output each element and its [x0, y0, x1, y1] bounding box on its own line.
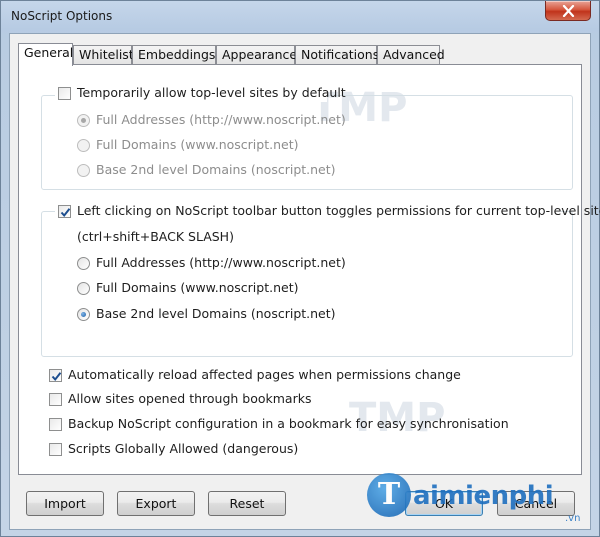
radio-selected-dot — [81, 118, 86, 123]
checkbox-label: Left clicking on NoScript toolbar button… — [77, 203, 600, 218]
toolbar-toggle-checkbox[interactable]: Left clicking on NoScript toolbar button… — [55, 202, 600, 220]
checkmark-icon — [51, 372, 62, 382]
export-button[interactable]: Export — [117, 491, 195, 516]
checkbox-label: Temporarily allow top-level sites by def… — [77, 85, 346, 100]
tab-label: Notifications — [301, 47, 380, 62]
checkbox-box[interactable] — [49, 369, 62, 382]
window-title: NoScript Options — [11, 9, 113, 23]
checkbox-box[interactable] — [49, 443, 62, 456]
radio-selected-dot — [81, 312, 86, 317]
radio-label: Full Domains (www.noscript.net) — [96, 280, 299, 295]
temp-allow-checkbox[interactable]: Temporarily allow top-level sites by def… — [55, 84, 346, 102]
radio-button — [77, 139, 90, 152]
checkbox-box[interactable] — [49, 418, 62, 431]
radio-button[interactable] — [77, 308, 90, 321]
dialog-window: NoScript Options General Whitelist Embed… — [0, 0, 600, 537]
close-button[interactable] — [545, 1, 591, 21]
radio-button[interactable] — [77, 257, 90, 270]
radio-label: Base 2nd level Domains (noscript.net) — [96, 162, 336, 177]
checkbox-label: Allow sites opened through bookmarks — [68, 391, 312, 406]
checkbox-box[interactable] — [58, 205, 71, 218]
radio-button — [77, 114, 90, 127]
tab-advanced[interactable]: Advanced — [377, 45, 445, 65]
tab-general[interactable]: General — [18, 43, 73, 66]
radio-button[interactable] — [77, 282, 90, 295]
tab-notifications[interactable]: Notifications — [295, 45, 380, 65]
dialog-client-area: General Whitelist Embeddings Appearance … — [9, 33, 600, 530]
radio-label: Full Addresses (http://www.noscript.net) — [96, 112, 346, 127]
checkbox-label: Scripts Globally Allowed (dangerous) — [68, 441, 299, 456]
tab-label: General — [24, 45, 74, 60]
general-tab-panel: TMP TMP Temporarily allow top-level site… — [18, 64, 600, 475]
tab-label: Embeddings — [138, 47, 216, 62]
radio-label: Base 2nd level Domains (noscript.net) — [96, 306, 336, 321]
checkmark-icon — [60, 208, 71, 218]
reset-button[interactable]: Reset — [208, 491, 286, 516]
tab-label: Whitelist — [79, 47, 134, 62]
checkbox-box[interactable] — [49, 393, 62, 406]
checkbox-label: Backup NoScript configuration in a bookm… — [68, 416, 509, 431]
title-bar[interactable]: NoScript Options — [1, 1, 599, 33]
cancel-button[interactable]: Cancel — [497, 491, 575, 516]
checkbox-label: Automatically reload affected pages when… — [68, 367, 461, 382]
import-button[interactable]: Import — [26, 491, 104, 516]
tab-appearance[interactable]: Appearance — [216, 45, 298, 65]
radio-button — [77, 164, 90, 177]
tab-label: Advanced — [383, 47, 445, 62]
tab-whitelist[interactable]: Whitelist — [73, 45, 134, 65]
checkbox-box[interactable] — [58, 87, 71, 100]
shortcut-text: (ctrl+shift+BACK SLASH) — [77, 229, 234, 244]
tab-label: Appearance — [222, 47, 298, 62]
ok-button[interactable]: OK — [405, 491, 483, 516]
radio-label: Full Addresses (http://www.noscript.net) — [96, 255, 346, 270]
tab-embeddings[interactable]: Embeddings — [132, 45, 216, 65]
close-icon — [562, 5, 575, 17]
radio-label: Full Domains (www.noscript.net) — [96, 137, 299, 152]
